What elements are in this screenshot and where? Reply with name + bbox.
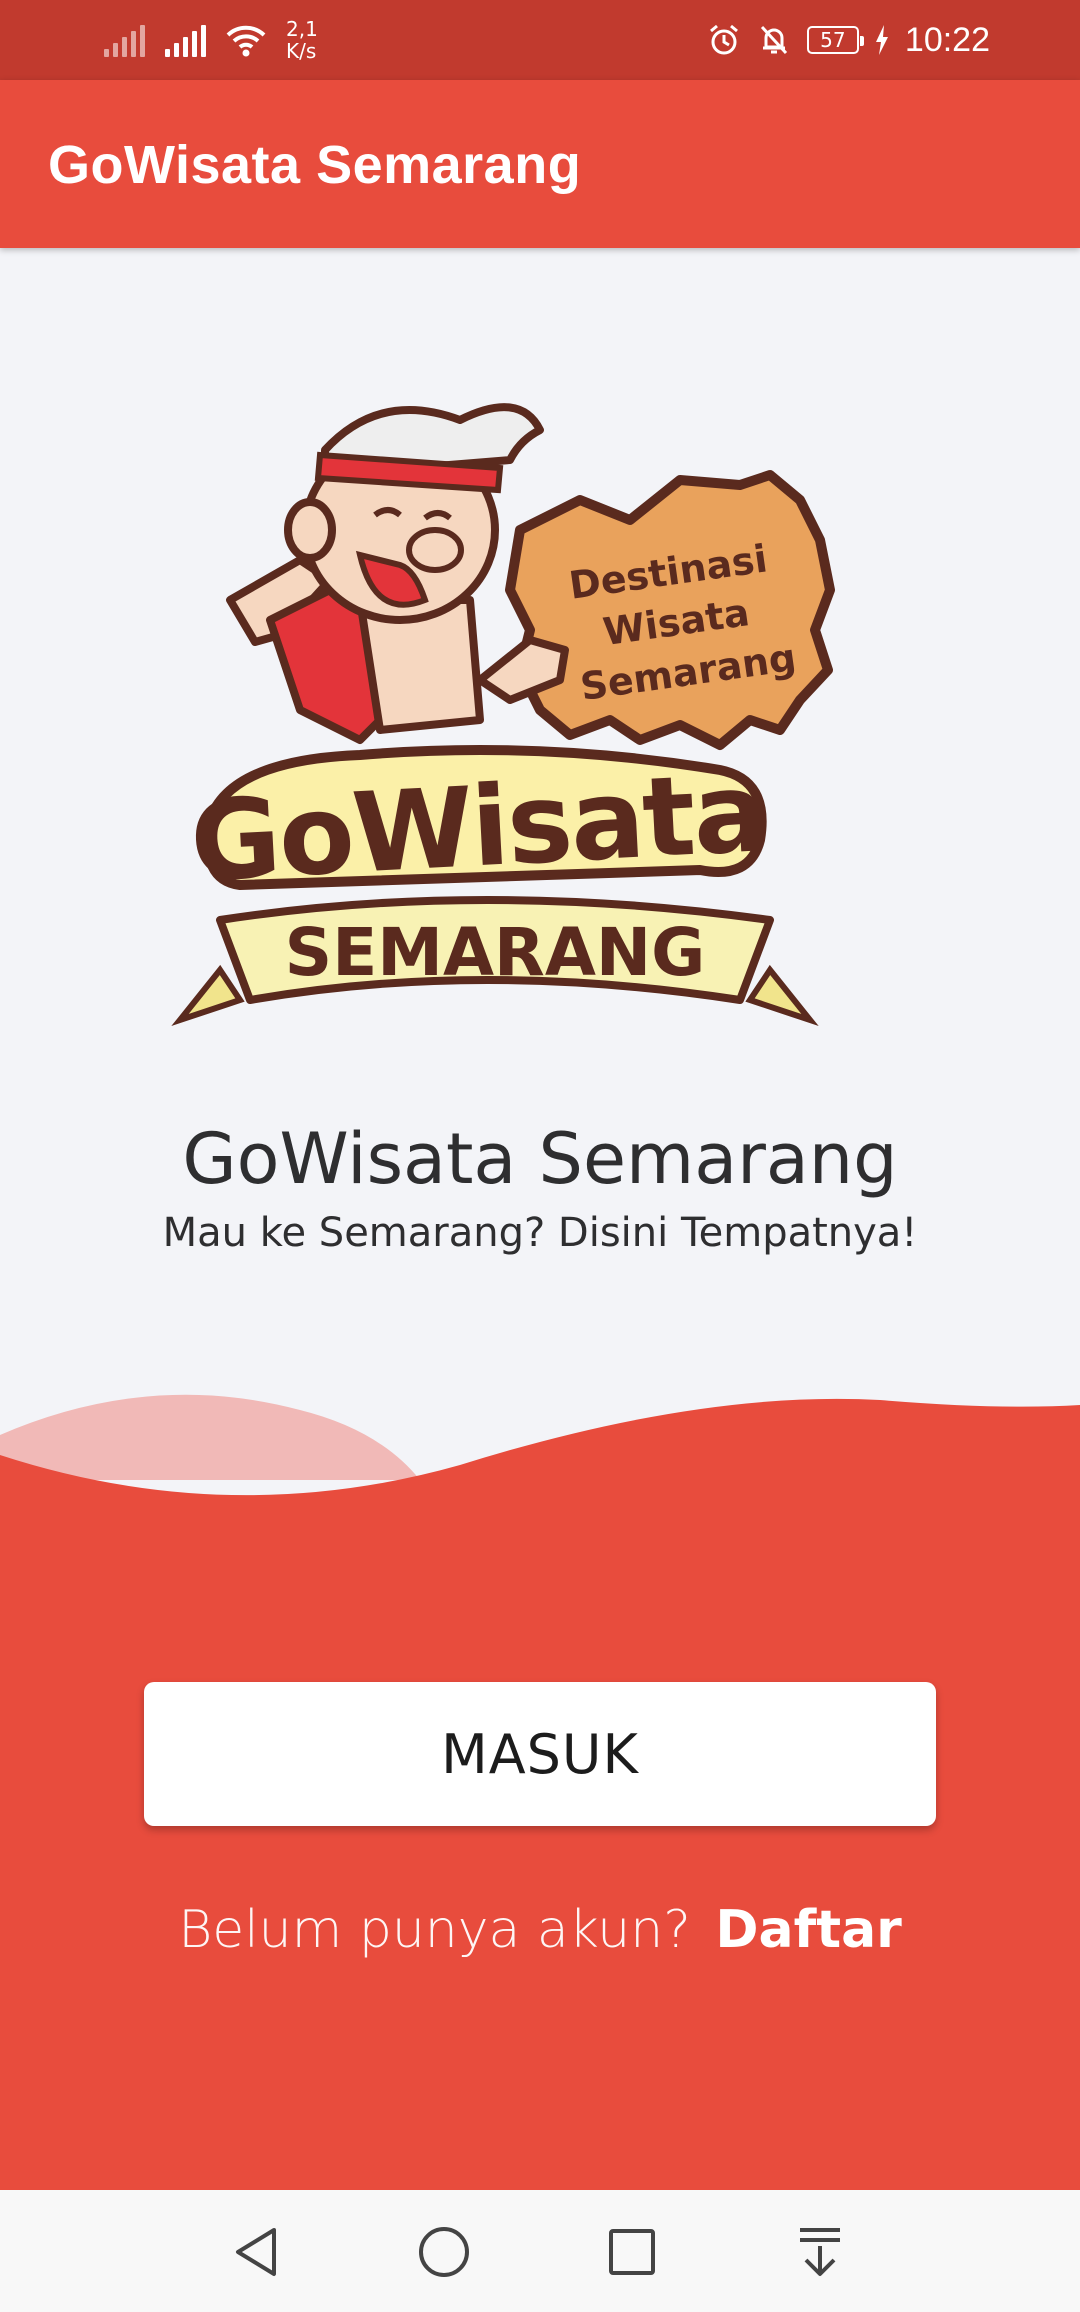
register-question: Belum punya akun?: [178, 1900, 691, 1960]
wave-light: [0, 1394, 420, 1480]
network-speed-unit: K/s: [286, 39, 317, 63]
battery-level: 57: [820, 28, 846, 52]
app-logo: Destinasi Wisata Semarang GoWisata SEMAR…: [171, 403, 835, 1027]
register-link[interactable]: Daftar: [715, 1900, 901, 1960]
hero-subtitle: Mau ke Semarang? Disini Tempatnya!: [162, 1210, 918, 1256]
status-right: 57 10:22: [707, 12, 990, 68]
hero-title: GoWisata Semarang: [182, 1118, 898, 1200]
notifications-muted-icon: [760, 25, 788, 55]
nav-back-button[interactable]: [220, 2216, 292, 2288]
home-icon: [419, 2227, 469, 2277]
clock: 10:22: [904, 20, 990, 59]
nav-recents-button[interactable]: [596, 2216, 668, 2288]
network-speed-value: 2,1: [286, 17, 318, 41]
notification-drawer-icon: [800, 2228, 840, 2276]
wifi-icon: [226, 25, 266, 57]
status-bar: 2,1 K/s 57 10:22: [0, 0, 1080, 80]
nav-notification-button[interactable]: [784, 2216, 856, 2288]
ribbon-tail-left: [171, 964, 245, 1027]
login-button[interactable]: MASUK: [144, 1682, 936, 1826]
alarm-icon: [709, 24, 738, 55]
ribbon-tail-right: [745, 964, 819, 1027]
app-bar-title: GoWisata Semarang: [48, 135, 582, 195]
recents-icon: [609, 2229, 655, 2275]
status-left: 2,1 K/s: [104, 16, 318, 64]
network-speed: 2,1 K/s: [286, 18, 318, 62]
battery-indicator: 57: [806, 26, 864, 54]
mascot-nose: [406, 527, 464, 573]
signal-sim2-icon: [165, 23, 206, 57]
system-nav-bar: [0, 2190, 1080, 2312]
signal-sim1-icon: [104, 23, 145, 57]
ribbon-text: SEMARANG: [285, 914, 706, 991]
back-icon: [236, 2228, 276, 2276]
nav-home-button[interactable]: [408, 2216, 480, 2288]
register-row: Belum punya akun? Daftar: [0, 1900, 1080, 1960]
mascot-ear: [284, 498, 336, 562]
charging-icon: [875, 25, 888, 55]
app-bar: GoWisata Semarang: [0, 80, 1080, 248]
